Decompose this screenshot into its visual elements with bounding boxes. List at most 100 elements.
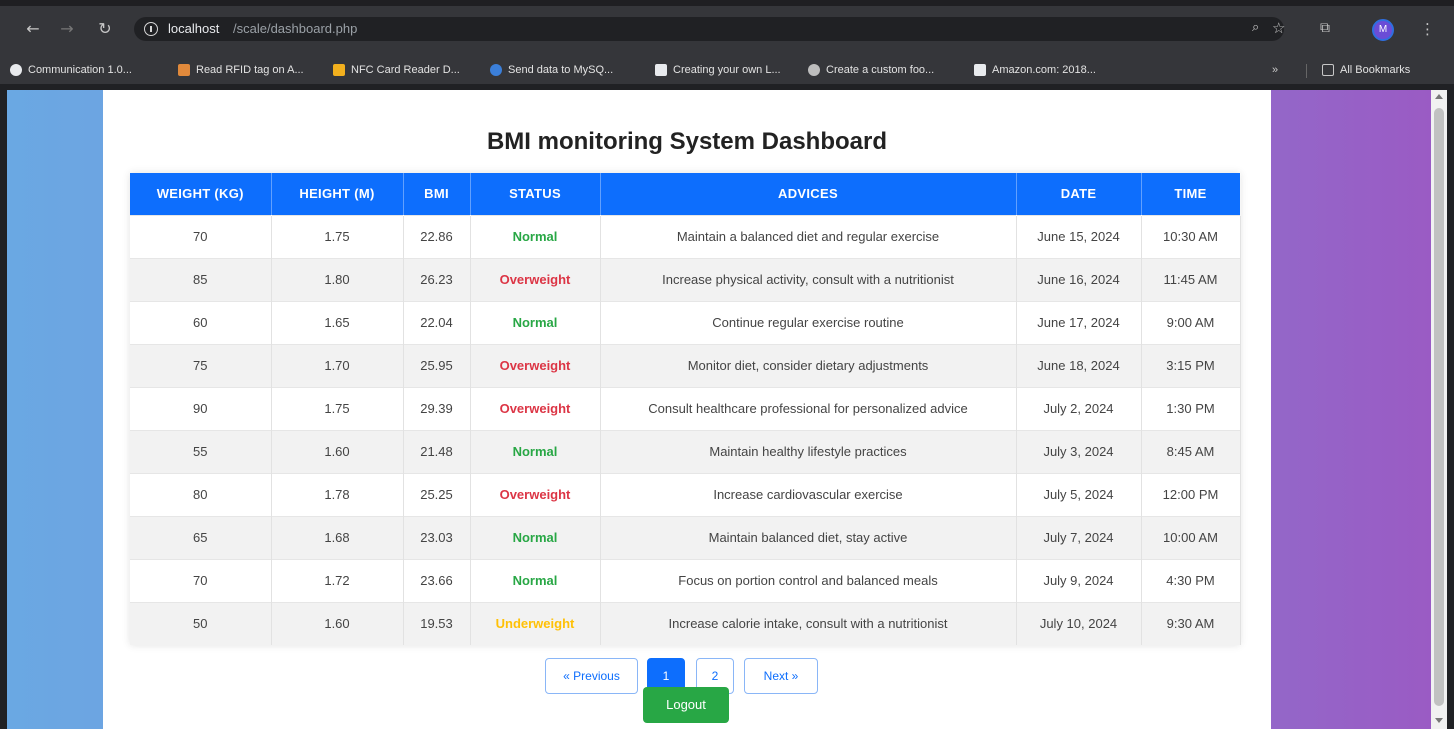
cell-time: 9:00 AM <box>1141 300 1241 344</box>
cell-bmi: 25.25 <box>403 472 471 516</box>
previous-page-button[interactable]: « Previous <box>545 658 638 694</box>
cell-advice: Monitor diet, consider dietary adjustmen… <box>600 343 1017 387</box>
cell-date: July 7, 2024 <box>1016 515 1142 559</box>
scroll-down-arrow-icon[interactable] <box>1435 718 1443 723</box>
menu-icon[interactable]: ⋮ <box>1420 20 1435 38</box>
cell-date: July 5, 2024 <box>1016 472 1142 516</box>
cell-height: 1.70 <box>271 343 404 387</box>
cell-height: 1.60 <box>271 429 404 473</box>
cell-advice: Continue regular exercise routine <box>600 300 1017 344</box>
zoom-icon[interactable]: ⌕ <box>1252 20 1259 35</box>
cell-weight: 50 <box>130 601 272 645</box>
scrollbar-thumb[interactable] <box>1434 108 1444 706</box>
page-scrollbar[interactable] <box>1431 90 1447 729</box>
header-bmi: BMI <box>403 173 471 215</box>
table-row: 70 1.72 23.66 Normal Focus on portion contro… <box>130 558 1241 602</box>
header-height: Height (m) <box>271 173 404 215</box>
cell-height: 1.80 <box>271 257 404 301</box>
cell-height: 1.75 <box>271 214 404 258</box>
bookmark-item[interactable]: Amazon.com: 2018... <box>974 62 1096 78</box>
cell-bmi: 22.86 <box>403 214 471 258</box>
cell-status: Overweight <box>470 472 601 516</box>
bookmark-item[interactable]: Creating your own L... <box>655 62 781 78</box>
table-row: 75 1.70 25.95 Overweight Monitor diet, consi… <box>130 343 1241 387</box>
bookmarks-bar: Communication 1.0... Read RFID tag on A.… <box>0 56 1454 84</box>
cell-bmi: 23.03 <box>403 515 471 559</box>
bookmark-item[interactable]: Create a custom foo... <box>808 62 934 78</box>
cell-bmi: 26.23 <box>403 257 471 301</box>
cell-status: Normal <box>470 558 601 602</box>
cell-weight: 65 <box>130 515 272 559</box>
all-bookmarks-folder[interactable]: All Bookmarks <box>1322 62 1410 78</box>
cell-height: 1.65 <box>271 300 404 344</box>
site-info-icon[interactable] <box>144 22 158 36</box>
cell-time: 11:45 AM <box>1141 257 1241 301</box>
cell-time: 4:30 PM <box>1141 558 1241 602</box>
cell-advice: Increase physical activity, consult with… <box>600 257 1017 301</box>
table-row: 70 1.75 22.86 Normal Maintain a balanced die… <box>130 214 1241 258</box>
bookmark-label: Amazon.com: 2018... <box>992 64 1096 76</box>
bookmark-item[interactable]: Communication 1.0... <box>10 62 132 78</box>
cell-weight: 70 <box>130 214 272 258</box>
bookmark-label: Read RFID tag on A... <box>196 64 304 76</box>
cell-date: July 3, 2024 <box>1016 429 1142 473</box>
cell-weight: 85 <box>130 257 272 301</box>
cell-status: Normal <box>470 515 601 559</box>
cell-status: Overweight <box>470 386 601 430</box>
cell-advice: Maintain a balanced diet and regular exe… <box>600 214 1017 258</box>
bookmark-label: Creating your own L... <box>673 64 781 76</box>
cell-advice: Increase cardiovascular exercise <box>600 472 1017 516</box>
cell-height: 1.75 <box>271 386 404 430</box>
profile-avatar[interactable]: M <box>1372 19 1394 41</box>
cell-advice: Increase calorie intake, consult with a … <box>600 601 1017 645</box>
bookmark-icon <box>974 64 986 76</box>
cell-weight: 70 <box>130 558 272 602</box>
bookmark-label: Send data to MySQ... <box>508 64 614 76</box>
cell-date: July 10, 2024 <box>1016 601 1142 645</box>
reload-button[interactable]: ↻ <box>92 16 118 42</box>
address-bar[interactable]: localhost /scale/dashboard.php ⌕ ☆ <box>134 17 1285 41</box>
cell-date: June 18, 2024 <box>1016 343 1142 387</box>
all-bookmarks-label: All Bookmarks <box>1340 64 1411 76</box>
cell-status: Overweight <box>470 257 601 301</box>
bookmark-item[interactable]: Send data to MySQ... <box>490 62 613 78</box>
forward-button[interactable]: → <box>54 16 80 42</box>
cell-bmi: 29.39 <box>403 386 471 430</box>
cell-date: June 17, 2024 <box>1016 300 1142 344</box>
table-row: 80 1.78 25.25 Overweight Increase cardiovasc… <box>130 472 1241 516</box>
cell-status: Underweight <box>470 601 601 645</box>
header-weight: Weight (kg) <box>130 173 272 215</box>
table-row: 85 1.80 26.23 Overweight Increase physical a… <box>130 257 1241 301</box>
url-path: /scale/dashboard.php <box>233 21 358 36</box>
bookmark-label: Create a custom foo... <box>826 64 935 76</box>
back-button[interactable]: ← <box>20 16 46 42</box>
cell-height: 1.60 <box>271 601 404 645</box>
cell-bmi: 25.95 <box>403 343 471 387</box>
extensions-icon[interactable]: ⧉ <box>1320 20 1340 40</box>
cell-status: Normal <box>470 300 601 344</box>
cell-advice: Focus on portion control and balanced me… <box>600 558 1017 602</box>
bookmark-item[interactable]: NFC Card Reader D... <box>333 62 460 78</box>
bookmark-star-icon[interactable]: ☆ <box>1272 19 1285 37</box>
cell-weight: 90 <box>130 386 272 430</box>
cell-height: 1.68 <box>271 515 404 559</box>
bookmark-icon <box>808 64 820 76</box>
bookmark-label: NFC Card Reader D... <box>351 64 460 76</box>
cell-height: 1.78 <box>271 472 404 516</box>
cell-time: 10:00 AM <box>1141 515 1241 559</box>
more-bookmarks-icon[interactable]: » <box>1272 62 1278 78</box>
scroll-up-arrow-icon[interactable] <box>1435 94 1443 99</box>
header-date: Date <box>1016 173 1142 215</box>
cell-status: Overweight <box>470 343 601 387</box>
table-header-row: Weight (kg) Height (m) BMI Status Advice… <box>130 173 1241 215</box>
cell-bmi: 21.48 <box>403 429 471 473</box>
logout-button[interactable]: Logout <box>643 687 729 723</box>
bookmark-icon <box>655 64 667 76</box>
url-host: localhost <box>168 21 220 36</box>
bookmark-item[interactable]: Read RFID tag on A... <box>178 62 304 78</box>
browser-toolbar: ← → ↻ localhost /scale/dashboard.php ⌕ ☆… <box>0 6 1454 56</box>
header-advices: Advices <box>600 173 1017 215</box>
cell-date: June 16, 2024 <box>1016 257 1142 301</box>
next-page-button[interactable]: Next » <box>744 658 818 694</box>
table-body: 70 1.75 22.86 Normal Maintain a balanced die… <box>130 214 1241 645</box>
